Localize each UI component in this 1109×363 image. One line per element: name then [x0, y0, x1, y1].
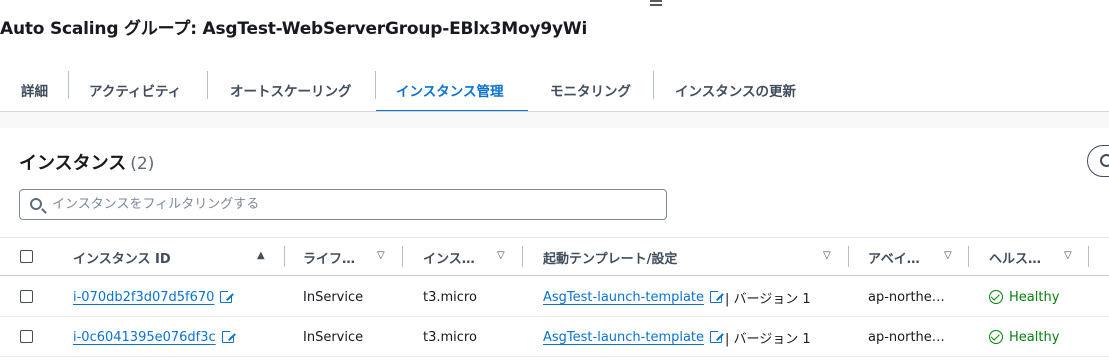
tab-label: モニタリング	[550, 83, 631, 100]
template-version: | バージョン 1	[725, 291, 811, 307]
instance-id-link[interactable]: i-070db2f3d07d5f670	[73, 290, 214, 305]
column-divider[interactable]	[284, 246, 285, 267]
health-status: Healthy	[1009, 289, 1060, 305]
template-version: | バージョン 1	[725, 331, 811, 347]
external-link-icon[interactable]	[220, 289, 235, 303]
health-cell: Healthy	[989, 277, 1059, 317]
sort-icon[interactable]: ▽	[497, 250, 505, 261]
row-checkbox[interactable]	[20, 290, 33, 303]
instance-count: (2)	[130, 154, 155, 174]
column-label: ヘルス…	[989, 251, 1042, 267]
external-link-icon[interactable]	[221, 329, 236, 343]
column-divider[interactable]	[848, 246, 849, 267]
column-header-launch-template[interactable]: 起動テンプレート/設定 ▽	[543, 238, 838, 276]
column-divider[interactable]	[522, 246, 523, 267]
column-header-lifecycle[interactable]: ライフ… ▽	[303, 238, 393, 276]
tab-bar: 詳細 アクティビティ オートスケーリング インスタンス管理 モニタリング インス…	[0, 67, 824, 113]
tab-label: インスタンス管理	[396, 83, 504, 100]
table-row: i-0c6041395e076df3c InService t3.micro A…	[0, 317, 1109, 357]
sort-icon[interactable]: ▽	[377, 250, 385, 261]
tab-instance-management[interactable]: インスタンス管理	[376, 67, 528, 113]
column-label: インスタンス ID	[73, 251, 171, 267]
availability-zone-cell: ap-northe…	[868, 329, 945, 345]
page-title: Auto Scaling グループ: AsgTest-WebServerGrou…	[0, 19, 588, 39]
health-status: Healthy	[1009, 329, 1060, 345]
sort-icon[interactable]: ▽	[823, 250, 831, 261]
tab-label: 詳細	[21, 83, 48, 100]
instance-type-cell: t3.micro	[423, 329, 477, 345]
check-circle-icon	[989, 290, 1003, 304]
sort-icon[interactable]: ▽	[944, 250, 952, 261]
column-header-instance-type[interactable]: インス… ▽	[423, 238, 513, 276]
health-cell: Healthy	[989, 317, 1059, 357]
lifecycle-cell: InService	[303, 329, 364, 345]
instance-id-cell: i-070db2f3d07d5f670	[73, 277, 235, 317]
tab-auto-scaling[interactable]: オートスケーリング	[208, 67, 376, 112]
lifecycle-cell: InService	[303, 289, 364, 305]
section-title-text: インスタンス	[19, 153, 127, 174]
instance-id-cell: i-0c6041395e076df3c	[73, 317, 236, 357]
column-label: 起動テンプレート/設定	[543, 251, 678, 267]
sort-ascending-icon[interactable]: ▲	[257, 250, 265, 261]
external-link-icon[interactable]	[710, 289, 725, 303]
external-link-icon[interactable]	[710, 329, 725, 343]
menu-icon[interactable]	[650, 0, 662, 8]
row-checkbox[interactable]	[20, 330, 33, 343]
launch-template-link[interactable]: AsgTest-launch-template	[543, 330, 704, 345]
tab-label: アクティビティ	[89, 83, 182, 100]
column-label: アベイ…	[868, 251, 920, 267]
sort-icon[interactable]: ▽	[1064, 250, 1072, 261]
tab-monitoring[interactable]: モニタリング	[528, 67, 654, 112]
check-circle-icon	[989, 330, 1003, 344]
tab-label: オートスケーリング	[230, 83, 352, 100]
launch-template-link[interactable]: AsgTest-launch-template	[543, 290, 704, 305]
tab-label: インスタンスの更新	[675, 83, 796, 100]
column-label: インス…	[423, 251, 475, 267]
instance-type-cell: t3.micro	[423, 289, 477, 305]
filter-input[interactable]	[52, 190, 652, 218]
refresh-icon	[1100, 154, 1109, 167]
filter-search	[19, 189, 667, 220]
column-divider[interactable]	[1088, 246, 1089, 267]
tab-activity[interactable]: アクティビティ	[69, 67, 208, 112]
search-icon	[30, 198, 42, 210]
column-divider[interactable]	[402, 246, 403, 267]
tab-instance-refresh[interactable]: インスタンスの更新	[654, 67, 824, 112]
select-all-checkbox[interactable]	[20, 250, 33, 263]
column-header-availability-zone[interactable]: アベイ… ▽	[868, 238, 958, 276]
column-header-instance-id[interactable]: インスタンス ID ▲	[73, 238, 273, 276]
panel-gap	[0, 112, 1109, 128]
column-divider[interactable]	[968, 246, 969, 267]
section-title: インスタンス (2)	[19, 149, 154, 175]
table-row: i-070db2f3d07d5f670 InService t3.micro A…	[0, 277, 1109, 317]
instance-id-link[interactable]: i-0c6041395e076df3c	[73, 330, 216, 345]
tab-details[interactable]: 詳細	[0, 67, 69, 112]
availability-zone-cell: ap-northe…	[868, 289, 945, 305]
table-header: インスタンス ID ▲ ライフ… ▽ インス… ▽ 起動テンプレート/設定 ▽ …	[0, 238, 1109, 276]
launch-template-cell: AsgTest-launch-template | バージョン 1	[543, 277, 811, 317]
column-header-health[interactable]: ヘルス… ▽	[989, 238, 1079, 276]
column-label: ライフ…	[303, 251, 356, 267]
launch-template-cell: AsgTest-launch-template | バージョン 1	[543, 317, 811, 357]
